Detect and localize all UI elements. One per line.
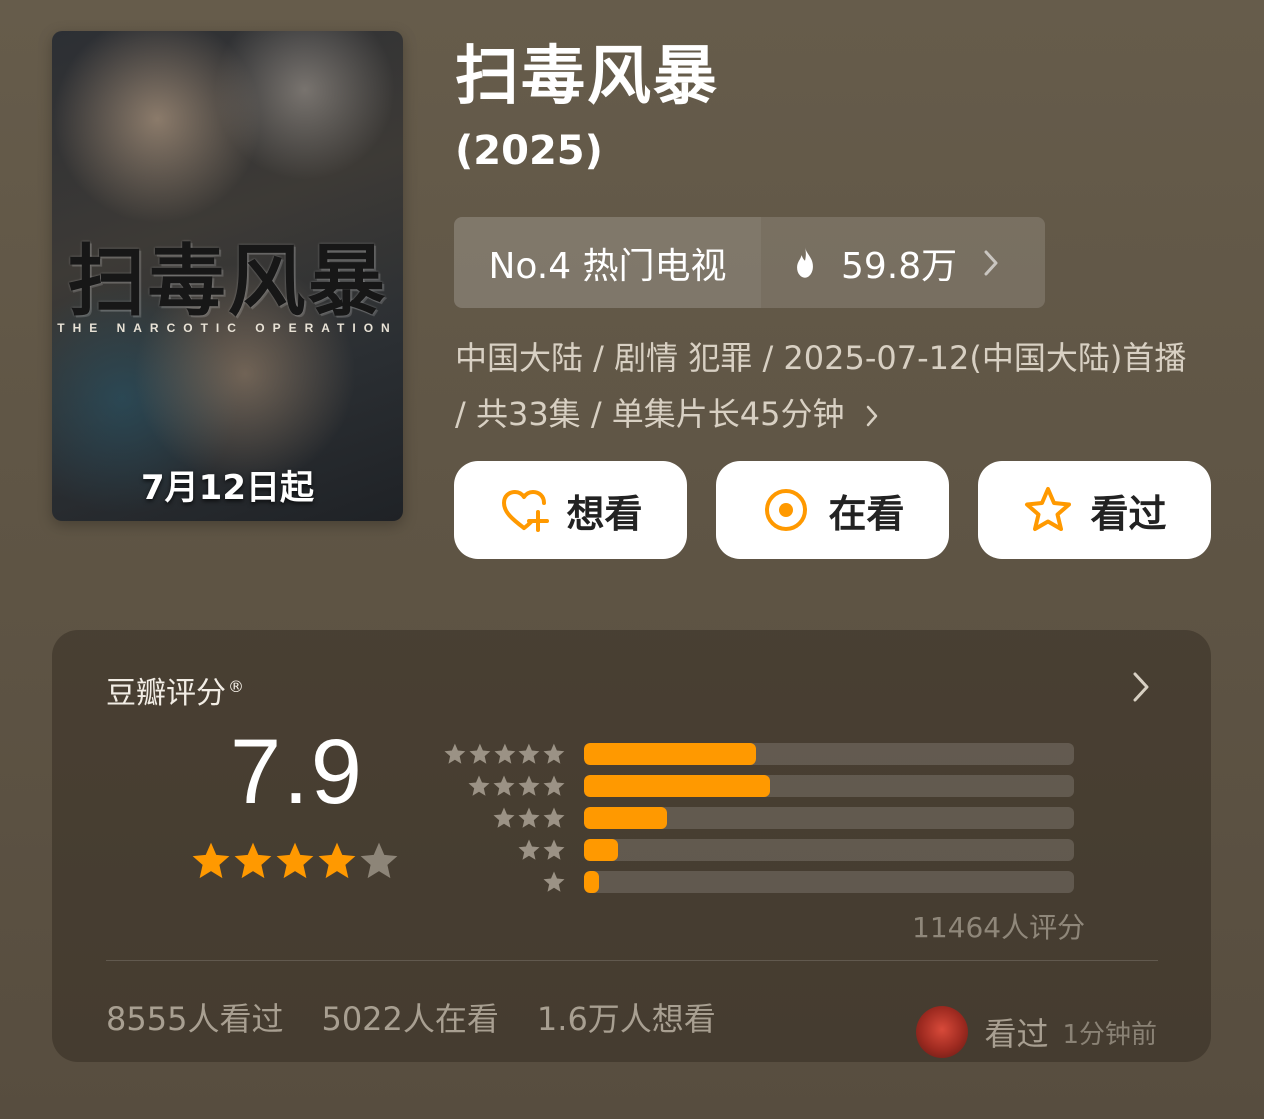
distribution-stars — [442, 742, 566, 766]
want-button[interactable]: 想看 — [454, 461, 687, 559]
rating-label-text: 豆瓣评分 — [106, 676, 226, 711]
star-filled-icon — [276, 842, 314, 879]
distribution-bar — [584, 743, 756, 765]
action-buttons: 想看 在看 看过 — [454, 461, 1211, 559]
watched-label: 看过 — [1090, 491, 1167, 536]
distribution-stars — [442, 870, 566, 894]
show-meta[interactable]: 中国大陆 / 剧情 犯罪 / 2025-07-12(中国大陆)首播 / 共33集… — [455, 330, 1195, 442]
distribution-stars — [442, 774, 566, 798]
show-year: (2025) — [455, 128, 603, 174]
star-outline-icon — [1025, 487, 1072, 531]
star-icon — [518, 807, 540, 828]
distribution-row-5 — [442, 738, 1074, 770]
rating-score: 7.9 — [230, 721, 364, 823]
watched-button[interactable]: 看过 — [978, 461, 1211, 559]
registered-mark: ® — [228, 677, 244, 696]
distribution-stars — [442, 838, 566, 862]
activity-action: 看过 — [984, 1015, 1049, 1053]
distribution-bar — [584, 839, 619, 861]
activity-time: 1分钟前 — [1062, 1019, 1157, 1050]
distribution-track — [584, 807, 1074, 829]
star-icon — [493, 807, 515, 828]
raters-count[interactable]: 11464人评分 — [912, 906, 1085, 946]
distribution-track — [584, 871, 1074, 893]
poster-image[interactable]: 扫毒风暴 THE NARCOTIC OPERATION 7月12日起 — [52, 31, 403, 521]
star-icon — [543, 871, 565, 892]
distribution-bar — [584, 871, 599, 893]
star-icon — [494, 743, 515, 764]
watching-button[interactable]: 在看 — [716, 461, 949, 559]
want-label: 想看 — [566, 491, 643, 536]
want-count[interactable]: 1.6万人想看 — [537, 994, 716, 1040]
star-icon — [444, 743, 466, 764]
distribution-track — [584, 743, 1074, 765]
watched-count[interactable]: 8555人看过 — [106, 994, 283, 1040]
distribution-row-2 — [442, 834, 1074, 866]
poster-title-art: 扫毒风暴 — [67, 237, 388, 327]
rating-distribution — [442, 738, 1074, 898]
rating-label: 豆瓣评分 ® — [106, 668, 244, 712]
heat-link[interactable]: 59.8万 — [761, 217, 1045, 308]
watching-label: 在看 — [828, 491, 905, 536]
star-icon — [543, 743, 565, 764]
star-empty-icon — [360, 842, 398, 879]
recent-activity[interactable]: 看过 1分钟前 — [916, 1006, 1157, 1058]
rating-stars — [190, 840, 400, 882]
star-icon — [493, 775, 515, 796]
distribution-row-1 — [442, 866, 1074, 898]
chevron-right-icon[interactable] — [1131, 670, 1151, 704]
distribution-track — [584, 775, 1074, 797]
star-filled-icon — [318, 842, 356, 879]
audience-stats: 8555人看过 5022人在看 1.6万人想看 — [106, 994, 754, 1040]
distribution-row-3 — [442, 802, 1074, 834]
heart-plus-icon — [502, 490, 550, 532]
divider — [106, 960, 1158, 961]
star-icon — [518, 743, 540, 764]
rank-pill[interactable]: No.4 热门电视 59.8万 — [454, 217, 1045, 308]
star-icon — [469, 743, 491, 764]
distribution-track — [584, 839, 1074, 861]
meta-text: 中国大陆 / 剧情 犯罪 / 2025-07-12(中国大陆)首播 / 共33集… — [455, 339, 1187, 433]
chevron-right-icon — [984, 250, 998, 275]
watching-count[interactable]: 5022人在看 — [321, 994, 498, 1040]
star-icon — [543, 807, 565, 828]
star-icon — [543, 775, 565, 796]
distribution-row-4 — [442, 770, 1074, 802]
target-icon — [765, 489, 808, 531]
star-icon — [518, 839, 540, 860]
show-title: 扫毒风暴 — [455, 40, 719, 114]
flame-icon — [797, 246, 813, 278]
star-filled-icon — [234, 842, 272, 879]
distribution-stars — [442, 806, 566, 830]
poster-subtitle-art: THE NARCOTIC OPERATION — [57, 321, 398, 335]
star-icon — [518, 775, 540, 796]
avatar[interactable] — [916, 1006, 969, 1058]
star-filled-icon — [192, 842, 230, 879]
rank-label[interactable]: No.4 热门电视 — [454, 217, 761, 308]
chevron-right-icon — [866, 405, 877, 427]
distribution-bar — [584, 775, 771, 797]
rating-card[interactable]: 豆瓣评分 ® 7.9 11464人评分 8555人看过 5022人在看 1.6万人… — [52, 630, 1211, 1062]
poster-date: 7月12日起 — [141, 468, 314, 508]
star-icon — [468, 775, 490, 796]
star-icon — [543, 839, 565, 860]
heat-value: 59.8万 — [841, 245, 958, 287]
distribution-bar — [584, 807, 668, 829]
